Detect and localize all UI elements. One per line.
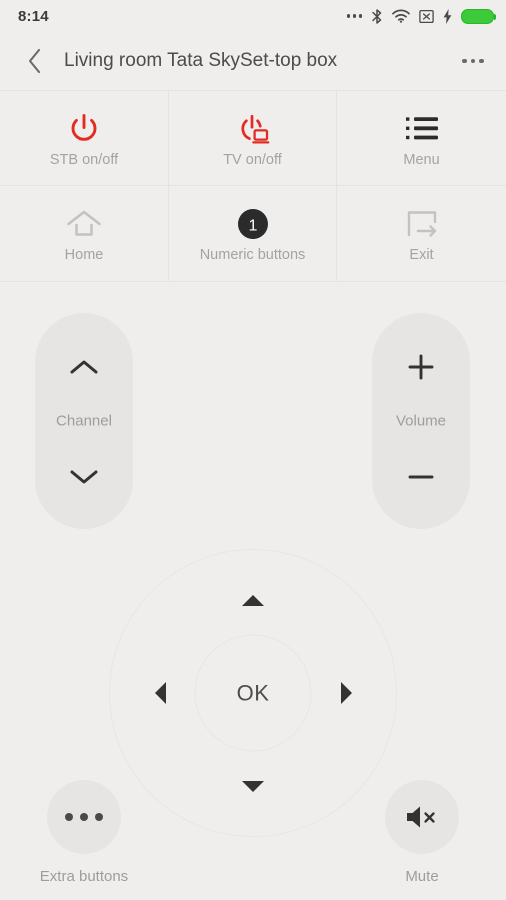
- extra-buttons-label: Extra buttons: [39, 868, 129, 885]
- charging-bolt-icon: [443, 8, 452, 24]
- triangle-right-icon: [340, 682, 352, 704]
- bluetooth-icon: [371, 8, 383, 25]
- stb-power-label: STB on/off: [49, 151, 119, 168]
- tv-power-icon: [235, 109, 271, 149]
- chevron-up-icon: [70, 360, 98, 374]
- volume-up-button[interactable]: [386, 343, 456, 391]
- menu-list-icon: [405, 109, 438, 149]
- numeric-buttons-label: Numeric buttons: [199, 247, 306, 263]
- volume-down-button[interactable]: [386, 453, 456, 501]
- svg-text:1: 1: [248, 218, 257, 235]
- dpad-left-button[interactable]: [138, 671, 182, 715]
- menu-button[interactable]: Menu: [337, 91, 506, 186]
- title-bar: Living room Tata SkySet-top box: [0, 32, 506, 90]
- exit-arrow-icon: [406, 204, 438, 244]
- mute-control: Mute: [362, 780, 482, 885]
- extra-buttons-control: Extra buttons: [24, 780, 144, 885]
- channel-control: Channel: [35, 313, 133, 529]
- extra-buttons-button[interactable]: [47, 780, 121, 854]
- exit-button[interactable]: Exit: [337, 186, 506, 281]
- dpad-ok-button[interactable]: OK: [194, 634, 312, 752]
- status-bar: 8:14: [0, 0, 506, 32]
- triangle-up-icon: [242, 594, 264, 606]
- stb-power-button[interactable]: STB on/off: [0, 91, 169, 186]
- volume-label: Volume: [395, 412, 447, 430]
- status-time: 8:14: [18, 7, 49, 25]
- home-button[interactable]: Home: [0, 186, 169, 281]
- overflow-menu-button[interactable]: [456, 44, 490, 78]
- exit-label: Exit: [409, 247, 434, 263]
- plus-icon: [408, 354, 434, 380]
- channel-down-button[interactable]: [49, 453, 119, 501]
- dpad-right-button[interactable]: [324, 671, 368, 715]
- remote-button-grid: STB on/off TV on/off Menu Home 1 Numeric…: [0, 90, 506, 282]
- back-button[interactable]: [18, 44, 52, 78]
- menu-label: Menu: [403, 151, 440, 168]
- volume-control: Volume: [372, 313, 470, 529]
- dpad-up-button[interactable]: [231, 578, 275, 622]
- channel-label: Channel: [56, 412, 112, 430]
- chevron-down-icon: [70, 470, 98, 484]
- tv-power-button[interactable]: TV on/off: [169, 91, 337, 186]
- minus-icon: [408, 475, 434, 479]
- no-sim-icon: [419, 9, 434, 24]
- volume-mute-icon: [407, 806, 435, 828]
- wifi-icon: [392, 9, 410, 23]
- remote-control-screen: { "status_bar": { "time": "8:14", "icons…: [0, 0, 506, 900]
- more-indicators-icon: [346, 14, 362, 18]
- dpad-control: OK: [109, 549, 397, 837]
- battery-icon: [461, 8, 496, 24]
- status-icon-group: [346, 8, 496, 25]
- mute-label: Mute: [405, 868, 439, 885]
- mute-button[interactable]: [385, 780, 459, 854]
- home-label: Home: [64, 247, 104, 263]
- power-icon: [67, 109, 101, 149]
- chevron-left-icon: [28, 48, 41, 74]
- numeric-buttons-button[interactable]: 1 Numeric buttons: [169, 186, 337, 281]
- tv-power-label: TV on/off: [223, 151, 282, 168]
- dpad-down-button[interactable]: [231, 764, 275, 808]
- ellipsis-icon: [65, 813, 103, 821]
- home-icon: [66, 204, 102, 244]
- ellipsis-icon: [462, 58, 484, 64]
- dpad-ok-label: OK: [236, 680, 270, 705]
- triangle-left-icon: [154, 682, 166, 704]
- numeric-one-icon: 1: [237, 204, 269, 244]
- page-title: Living room Tata SkySet-top box: [64, 50, 338, 71]
- triangle-down-icon: [242, 780, 264, 792]
- channel-up-button[interactable]: [49, 343, 119, 391]
